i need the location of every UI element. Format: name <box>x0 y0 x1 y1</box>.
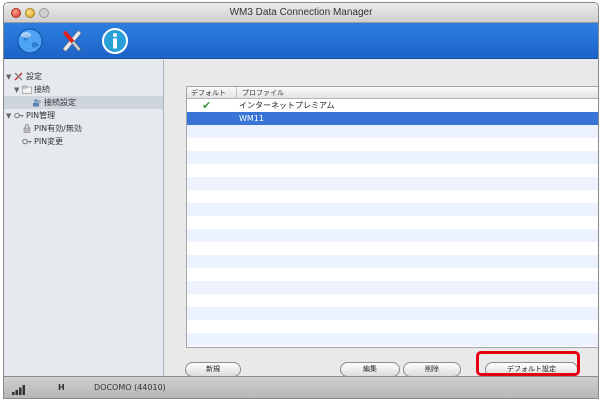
column-header-default[interactable]: デフォルト <box>187 87 237 99</box>
window-title: WM3 Data Connection Manager <box>229 7 373 18</box>
profile-name: WM11 <box>239 114 264 123</box>
empty-row <box>187 151 598 164</box>
tools-icon <box>14 72 23 81</box>
sidebar: ▼ 設定 ▼ 接続 接続設定 ▼ PIN管理 PIN有効/無効 PIN変更 <box>4 60 164 376</box>
empty-row <box>187 307 598 320</box>
key-icon <box>14 112 24 119</box>
empty-row <box>187 255 598 268</box>
status-bar: H DOCOMO (44010) <box>4 376 598 398</box>
empty-row <box>187 268 598 281</box>
sidebar-item-connection[interactable]: ▼ 接続 <box>14 83 50 96</box>
toolbar <box>4 23 598 59</box>
delete-button[interactable]: 削除 <box>403 362 461 377</box>
sidebar-item-pin-management[interactable]: ▼ PIN管理 <box>6 109 55 122</box>
edit-button[interactable]: 編集 <box>340 362 400 377</box>
globe-icon[interactable] <box>15 26 45 56</box>
highlight-box <box>476 351 580 376</box>
sidebar-item-connection-settings[interactable]: 接続設定 <box>4 96 163 109</box>
checkmark-icon: ✔ <box>202 99 212 112</box>
new-button[interactable]: 新規 <box>185 362 241 377</box>
empty-row <box>187 242 598 255</box>
table-row[interactable]: WM11 <box>187 112 598 125</box>
empty-row <box>187 333 598 346</box>
empty-row <box>187 125 598 138</box>
carrier-name: DOCOMO (44010) <box>94 383 166 392</box>
table-row[interactable]: ✔ インターネットプレミアム <box>187 99 598 112</box>
empty-row <box>187 229 598 242</box>
app-window: WM3 Data Connection Manager ▼ 設定 ▼ 接続 接続設定 <box>3 2 599 399</box>
disclosure-triangle-icon[interactable]: ▼ <box>6 71 14 84</box>
sidebar-item-pin-change[interactable]: PIN変更 <box>22 135 63 148</box>
folder-icon <box>22 85 32 94</box>
empty-row <box>187 294 598 307</box>
tools-icon[interactable] <box>57 26 87 56</box>
title-bar: WM3 Data Connection Manager <box>4 3 598 23</box>
empty-row <box>187 203 598 216</box>
profile-name: インターネットプレミアム <box>239 101 335 110</box>
column-header-profile[interactable]: プロファイル <box>238 87 284 99</box>
profile-table: デフォルト プロファイル ✔ インターネットプレミアム WM11 <box>186 86 598 348</box>
key-icon <box>22 138 32 145</box>
users-icon <box>33 99 41 107</box>
disclosure-triangle-icon[interactable]: ▼ <box>6 110 14 123</box>
h-indicator: H <box>58 383 65 392</box>
empty-row <box>187 281 598 294</box>
empty-row <box>187 216 598 229</box>
empty-row <box>187 138 598 151</box>
signal-strength-icon <box>12 385 25 395</box>
lock-icon <box>23 124 31 133</box>
empty-row <box>187 190 598 203</box>
empty-row <box>187 164 598 177</box>
main-panel: デフォルト プロファイル ✔ インターネットプレミアム WM11 新規 編集 削… <box>165 60 598 377</box>
info-icon[interactable] <box>100 26 130 56</box>
empty-row <box>187 177 598 190</box>
sidebar-item-settings[interactable]: ▼ 設定 <box>6 70 42 83</box>
sidebar-item-pin-enable[interactable]: PIN有効/無効 <box>22 122 82 135</box>
empty-row <box>187 320 598 333</box>
table-header: デフォルト プロファイル <box>187 87 598 99</box>
